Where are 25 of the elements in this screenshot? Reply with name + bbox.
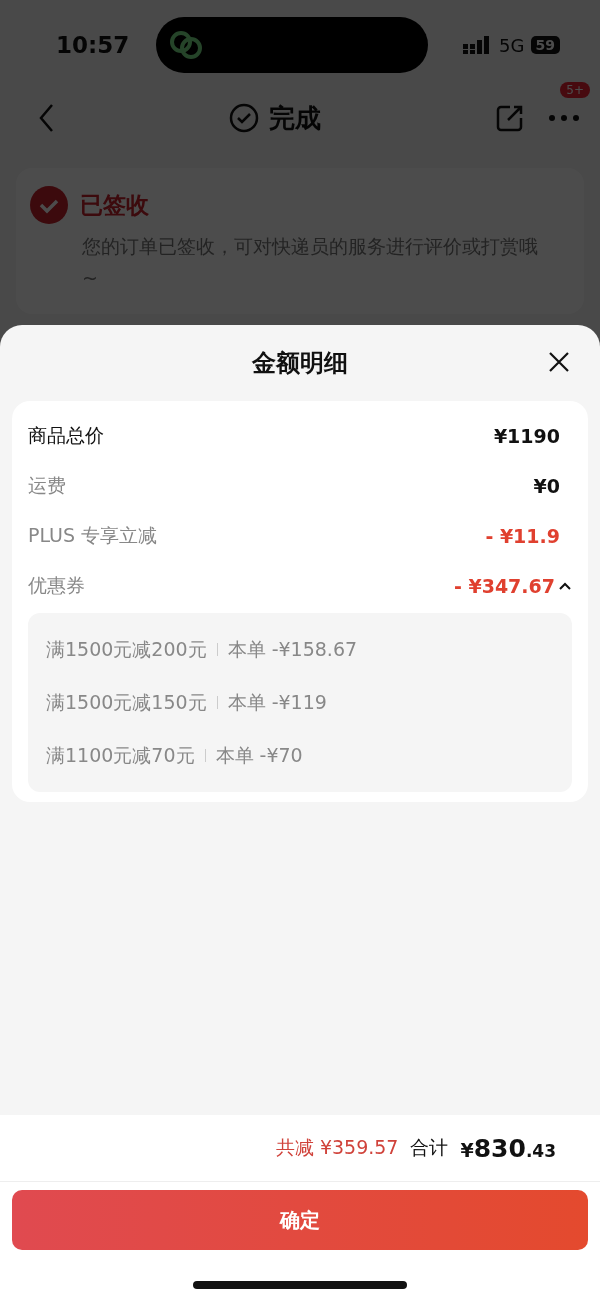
coupon-rule: 满1500元减150元	[46, 689, 207, 715]
status-time: 10:57	[56, 32, 131, 58]
price-label: 运费	[28, 473, 66, 498]
total-saved: 共减 ¥359.57	[275, 1135, 399, 1160]
price-label: PLUS 专享立减	[28, 523, 158, 548]
chevron-up-icon[interactable]	[558, 581, 572, 591]
page-title: 完成	[269, 101, 321, 135]
coupon-amount: 本单 -¥158.67	[227, 636, 358, 662]
coupon-amount: 本单 -¥119	[227, 689, 327, 715]
price-label: 优惠券	[28, 573, 85, 598]
coupon-rule: 满1500元减200元	[46, 636, 207, 662]
price-value: ¥1190	[493, 425, 560, 447]
close-icon[interactable]	[548, 351, 570, 373]
sheet-title: 金额明细	[252, 348, 348, 379]
total-amount: ¥830.43	[460, 1133, 556, 1163]
network-type: 5G	[499, 34, 525, 56]
coupon-rule: 满1100元减70元	[46, 742, 195, 768]
delivery-status: 已签收	[80, 190, 149, 220]
price-label: 商品总价	[28, 423, 104, 448]
price-value: - ¥347.67	[453, 575, 555, 597]
price-value: ¥0	[533, 475, 560, 497]
confirm-button[interactable]: 确定	[12, 1190, 588, 1250]
price-value: - ¥11.9	[485, 525, 560, 547]
total-label: 合计	[410, 1135, 449, 1160]
coupon-amount: 本单 -¥70	[215, 742, 303, 768]
